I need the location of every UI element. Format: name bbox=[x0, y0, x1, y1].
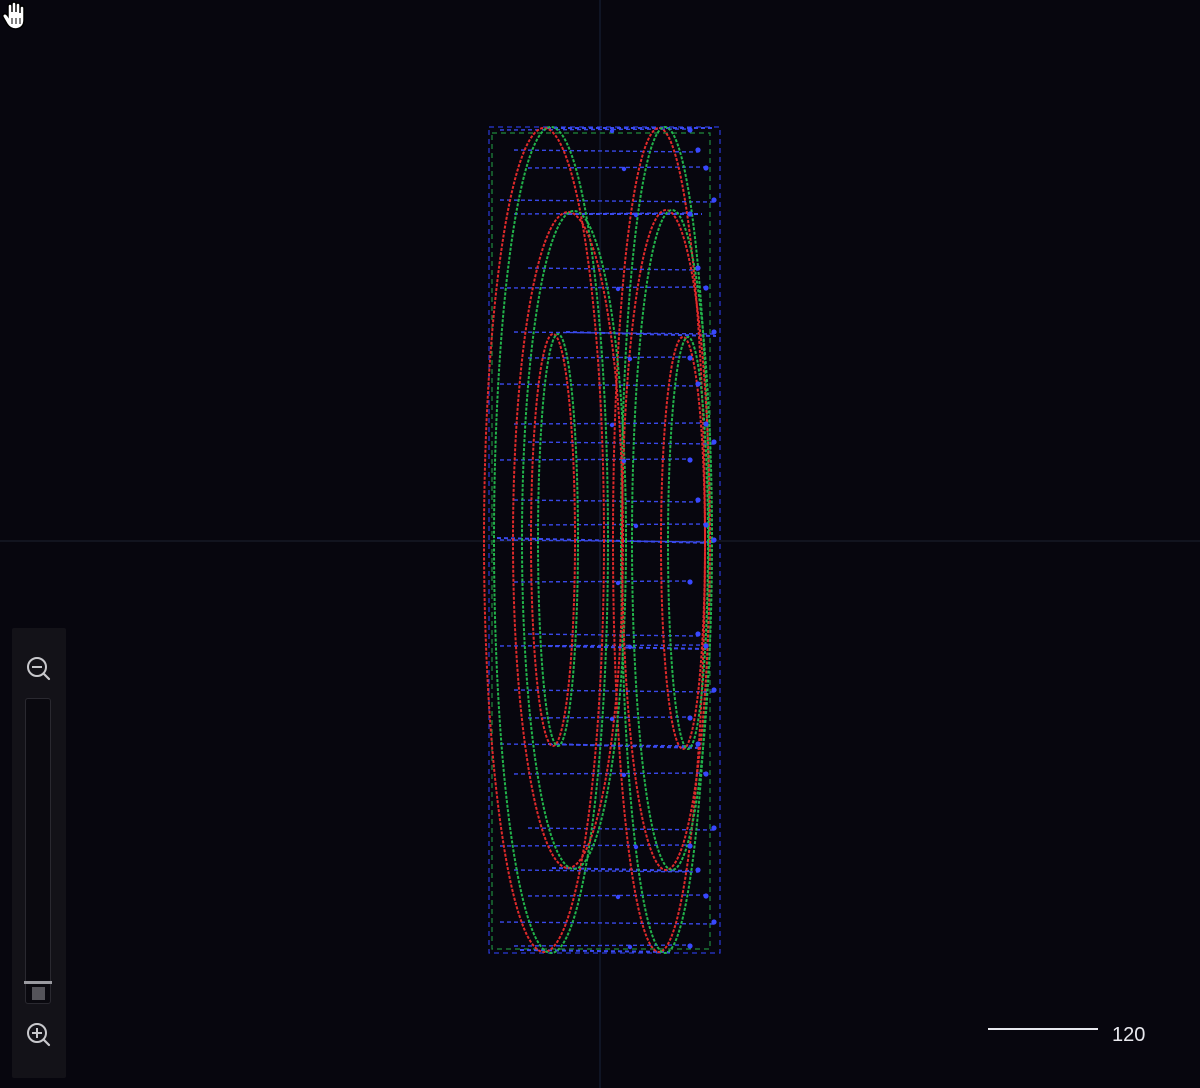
vertex-point bbox=[687, 211, 693, 217]
scale-bar: 120 bbox=[988, 1018, 1158, 1052]
construction-line bbox=[527, 356, 691, 359]
vertex-point bbox=[687, 943, 693, 949]
vertex-point bbox=[609, 422, 615, 428]
vertex-point bbox=[609, 716, 615, 722]
vertex-point bbox=[703, 522, 709, 528]
zoom-panel bbox=[12, 628, 66, 1078]
construction-line bbox=[499, 844, 691, 847]
vertex-point bbox=[687, 579, 693, 585]
vertex-point bbox=[703, 285, 709, 291]
cad-viewport[interactable] bbox=[0, 0, 1200, 1088]
mid-ellipse-right-red bbox=[621, 209, 711, 871]
vertex-point bbox=[695, 381, 701, 387]
vertex-point bbox=[627, 644, 633, 650]
vertex-point bbox=[615, 286, 621, 292]
vertex-point bbox=[609, 128, 615, 134]
zoom-slider[interactable] bbox=[24, 698, 52, 1004]
construction-line bbox=[513, 422, 707, 425]
zoom-out-button[interactable] bbox=[25, 655, 53, 683]
scale-bar-line bbox=[988, 1028, 1098, 1030]
zoom-slider-line bbox=[24, 981, 52, 984]
construction-line bbox=[527, 827, 715, 831]
vertex-point bbox=[711, 439, 717, 445]
vertex-point bbox=[633, 844, 639, 850]
zoom-slider-thumb[interactable] bbox=[32, 987, 45, 1000]
vertex-point bbox=[621, 166, 627, 172]
construction-line bbox=[513, 149, 699, 153]
vertex-point bbox=[711, 197, 717, 203]
vertex-point bbox=[687, 715, 693, 721]
vertex-point bbox=[711, 329, 717, 335]
vertex-point bbox=[687, 355, 693, 361]
construction-line bbox=[527, 523, 707, 526]
zoom-in-button[interactable] bbox=[25, 1021, 53, 1049]
construction-line bbox=[527, 716, 691, 719]
construction-line bbox=[513, 212, 691, 215]
zoom-out-icon bbox=[27, 657, 51, 681]
hand-grab-icon bbox=[1, 1, 25, 30]
scale-bar-label: 120 bbox=[1112, 1024, 1146, 1046]
vertex-point bbox=[695, 497, 701, 503]
vertex-point bbox=[703, 421, 709, 427]
vertex-point bbox=[687, 127, 693, 133]
vertex-point bbox=[633, 212, 639, 218]
vertex-point bbox=[687, 457, 693, 463]
wireframe-scene bbox=[0, 0, 1200, 1088]
vertex-point bbox=[687, 843, 693, 849]
vertex-point bbox=[627, 356, 633, 362]
zoom-in-icon bbox=[27, 1023, 51, 1047]
construction-line bbox=[513, 499, 699, 503]
vertex-points bbox=[609, 127, 717, 950]
vertex-point bbox=[621, 458, 627, 464]
outer-ellipse-right-green bbox=[620, 126, 710, 954]
vertex-point bbox=[711, 537, 717, 543]
inner-ellipse-right-red bbox=[660, 336, 706, 750]
vertex-point bbox=[711, 919, 717, 925]
vertex-point bbox=[703, 893, 709, 899]
construction-line bbox=[499, 199, 715, 203]
vertex-point bbox=[703, 643, 709, 649]
vertex-point bbox=[703, 771, 709, 777]
vertex-point bbox=[621, 772, 627, 778]
vertex-point bbox=[695, 741, 701, 747]
vertex-point bbox=[711, 825, 717, 831]
construction-line bbox=[499, 458, 691, 461]
construction-line bbox=[513, 580, 691, 583]
construction-line bbox=[527, 267, 699, 271]
vertex-point bbox=[703, 165, 709, 171]
vertex-point bbox=[695, 867, 701, 873]
vertex-point bbox=[695, 631, 701, 637]
vertex-point bbox=[695, 265, 701, 271]
mid-ellipse-right-green bbox=[631, 209, 713, 871]
vertex-point bbox=[633, 523, 639, 529]
construction-line bbox=[527, 633, 699, 637]
construction-lines bbox=[496, 127, 717, 953]
vertex-point bbox=[615, 894, 621, 900]
vertex-point bbox=[615, 580, 621, 586]
vertex-point bbox=[695, 147, 701, 153]
vertex-point bbox=[627, 944, 633, 950]
vertex-point bbox=[711, 687, 717, 693]
